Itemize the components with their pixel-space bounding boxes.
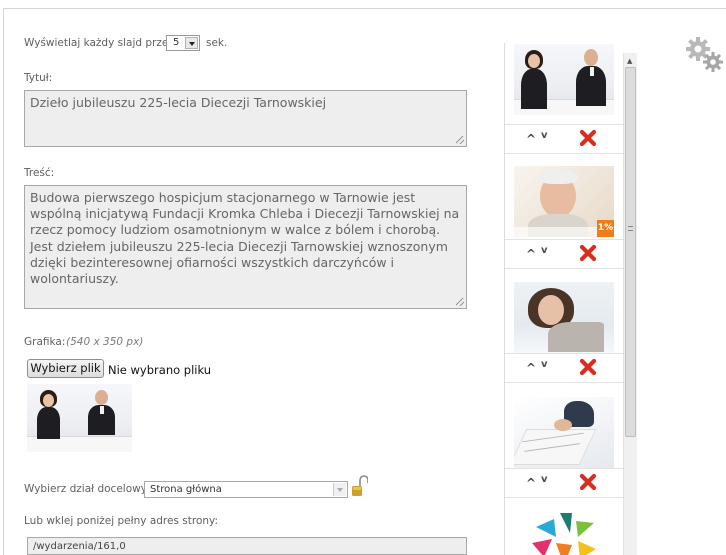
url-input[interactable]: /wydarzenia/161,0	[27, 537, 467, 555]
graphic-size-hint: (540 x 350 px)	[66, 336, 144, 348]
content-label: Treść:	[24, 167, 55, 179]
delete-slide-icon[interactable]	[579, 473, 597, 491]
move-up-icon[interactable]: ^	[526, 132, 536, 146]
slide-controls-4: ^ v	[505, 468, 625, 498]
move-up-icon[interactable]: ^	[526, 361, 536, 375]
slide-controls-2: ^ v	[505, 239, 625, 269]
slides-scrollbar[interactable]: ▲	[623, 53, 637, 555]
delete-slide-icon[interactable]	[579, 244, 597, 262]
title-label: Tytuł:	[24, 72, 53, 84]
one-percent-badge: 1%	[597, 220, 614, 237]
elderly-man-photo-thumbnail: 1%	[514, 166, 614, 237]
slide-thumbnail-5[interactable]	[514, 509, 614, 555]
resize-grip-icon[interactable]	[456, 136, 464, 144]
slide-thumbnail-4[interactable]	[514, 397, 614, 468]
move-down-icon[interactable]: v	[541, 245, 548, 256]
delete-slide-icon[interactable]	[579, 129, 597, 147]
unlock-icon[interactable]	[352, 475, 368, 497]
url-label: Lub wklej poniżej pełny adres strony:	[24, 515, 219, 527]
officials-photo-thumbnail	[514, 44, 614, 115]
slide-duration-unit: sek.	[206, 37, 228, 49]
content-textarea[interactable]: Budowa pierwszego hospicjum stacjonarneg…	[24, 185, 467, 309]
move-up-icon[interactable]: ^	[526, 476, 536, 490]
scroll-grip-icon	[628, 226, 633, 231]
delete-slide-icon[interactable]	[579, 358, 597, 376]
slide-thumbnail-3[interactable]	[514, 282, 614, 353]
target-section-select[interactable]: Strona główna	[144, 481, 348, 498]
move-down-icon[interactable]: v	[541, 359, 548, 370]
move-down-icon[interactable]: v	[541, 474, 548, 485]
content-value: Budowa pierwszego hospicjum stacjonarneg…	[30, 190, 460, 287]
colorful-logo-thumbnail	[532, 513, 596, 555]
slide-duration-label: Wyświetlaj każdy slajd przez:	[24, 37, 178, 49]
slide-duration-value: 5	[173, 37, 180, 48]
graphic-label: Grafika:	[24, 336, 66, 348]
slide-thumbnail-1[interactable]	[514, 44, 614, 115]
settings-gears-icon[interactable]	[686, 37, 726, 73]
slide-duration-select[interactable]: 5	[166, 35, 200, 51]
move-up-icon[interactable]: ^	[526, 247, 536, 261]
target-section-label: Wybierz dział docelowy:	[24, 483, 150, 495]
scrollbar-thumb[interactable]	[625, 67, 636, 437]
slides-list: ^ v 1% ^ v ^ v ^ v	[504, 43, 637, 555]
title-value: Dzieło jubileuszu 225-lecia Diecezji Tar…	[30, 95, 327, 110]
target-section-value: Strona główna	[150, 484, 222, 495]
graphic-preview-image	[27, 384, 132, 452]
dropdown-arrow-icon[interactable]	[185, 37, 198, 49]
dropdown-arrow-icon[interactable]	[333, 483, 346, 496]
title-textarea[interactable]: Dzieło jubileuszu 225-lecia Diecezji Tar…	[24, 90, 467, 147]
hands-documents-thumbnail	[514, 397, 614, 468]
slide-controls-1: ^ v	[505, 124, 625, 154]
scroll-up-icon[interactable]: ▲	[627, 57, 632, 65]
no-file-chosen-text: Nie wybrano pliku	[108, 363, 212, 377]
move-down-icon[interactable]: v	[541, 130, 548, 141]
resize-grip-icon[interactable]	[456, 298, 464, 306]
slide-controls-3: ^ v	[505, 353, 625, 383]
slide-editor-panel: Wyświetlaj każdy slajd przez: 5 sek. Tyt…	[3, 8, 726, 555]
choose-file-button[interactable]: Wybierz plik	[27, 359, 104, 378]
slide-thumbnail-2[interactable]: 1%	[514, 166, 614, 237]
woman-portrait-thumbnail	[514, 282, 614, 353]
